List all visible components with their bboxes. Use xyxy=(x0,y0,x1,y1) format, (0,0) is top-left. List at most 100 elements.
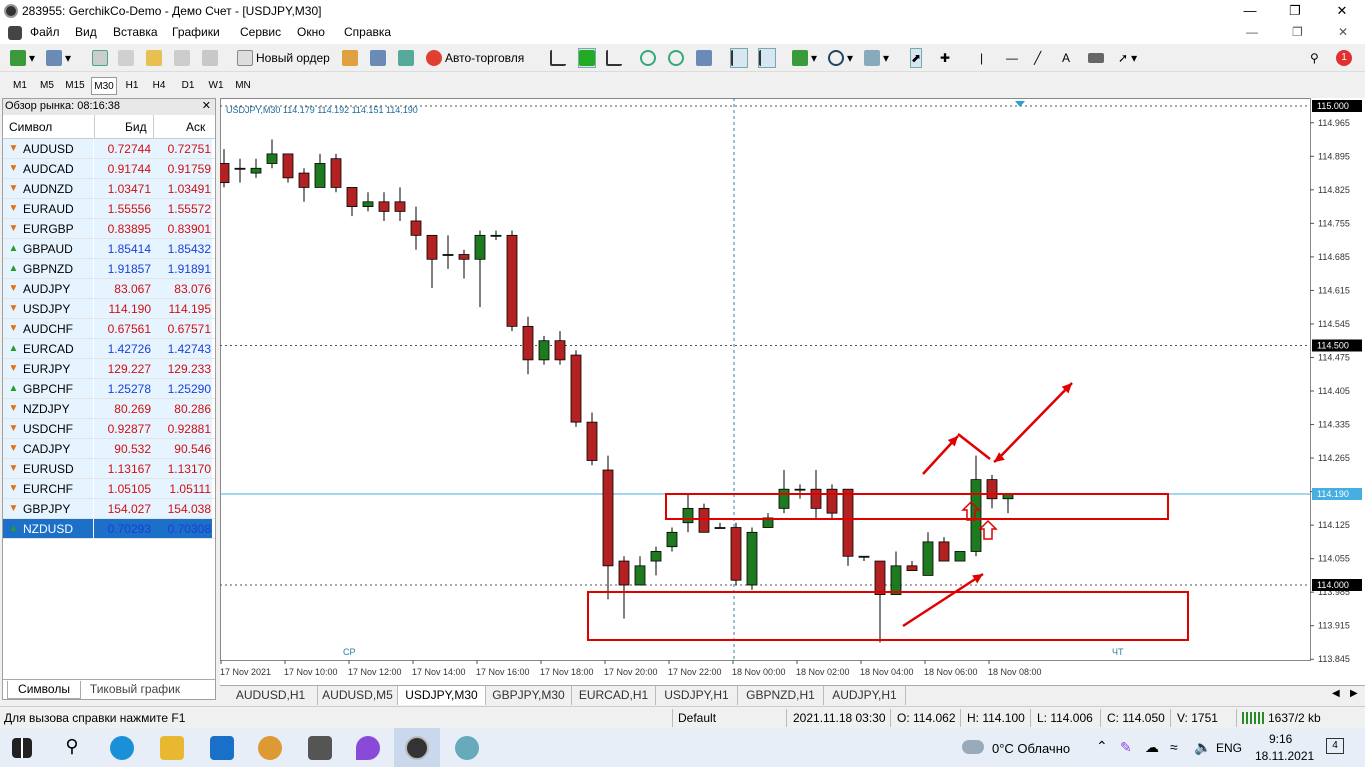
chrome-icon[interactable] xyxy=(258,736,282,760)
timeframe-w1[interactable]: W1 xyxy=(203,77,229,95)
tab-symbols[interactable]: Символы xyxy=(7,681,81,699)
timeframe-m30[interactable]: M30 xyxy=(91,77,117,95)
market-watch-row[interactable]: ▲ NZDUSD 0.70293 0.70308 xyxy=(3,519,215,539)
market-watch-row[interactable]: ▼ AUDJPY 83.067 83.076 xyxy=(3,279,215,299)
market-watch-row[interactable]: ▼ USDJPY 114.190 114.195 xyxy=(3,299,215,319)
profiles-button[interactable]: ▾ xyxy=(46,48,71,68)
timeframe-h4[interactable]: H4 xyxy=(146,77,172,95)
market-watch-row[interactable]: ▼ EURUSD 1.13167 1.13170 xyxy=(3,459,215,479)
market-watch-row[interactable]: ▼ NZDJPY 80.269 80.286 xyxy=(3,399,215,419)
menu-insert[interactable]: Вставка xyxy=(113,25,158,39)
new-chart-button[interactable]: ▾ xyxy=(10,48,35,68)
price-chart[interactable]: 114.965 114.895 114.825 114.755 114.685 114.6… xyxy=(220,98,1365,685)
clock-time[interactable]: 9:16 xyxy=(1269,732,1292,746)
crosshair-tool[interactable]: ✚ xyxy=(940,48,950,68)
close-window-button[interactable]: ✕ xyxy=(1332,3,1352,19)
candle-chart-button[interactable] xyxy=(578,48,596,68)
market-watch-row[interactable]: ▼ USDCHF 0.92877 0.92881 xyxy=(3,419,215,439)
timeframe-m5[interactable]: M5 xyxy=(34,77,60,95)
minimize-button[interactable]: — xyxy=(1240,3,1260,19)
tester-button[interactable] xyxy=(202,48,218,68)
market-watch-row[interactable]: ▼ AUDNZD 1.03471 1.03491 xyxy=(3,179,215,199)
timeframe-h1[interactable]: H1 xyxy=(119,77,145,95)
indicators-button[interactable]: ▾ xyxy=(792,48,817,68)
search-button[interactable]: ⚲ xyxy=(1310,48,1319,68)
timeframe-d1[interactable]: D1 xyxy=(175,77,201,95)
line-chart-button[interactable] xyxy=(606,48,622,68)
chart-tab-active[interactable]: USDJPY,M30 xyxy=(398,686,486,705)
horizontal-line-tool[interactable]: — xyxy=(1006,48,1018,68)
volume-icon[interactable]: 🔈 xyxy=(1194,739,1211,756)
market-watch-row[interactable]: ▼ EURCHF 1.05105 1.05111 xyxy=(3,479,215,499)
start-icon[interactable] xyxy=(12,738,32,758)
market-watch-row[interactable]: ▼ EURAUD 1.55556 1.55572 xyxy=(3,199,215,219)
menu-file[interactable]: Файл xyxy=(30,25,60,39)
chart-tab[interactable]: AUDJPY,H1 xyxy=(824,686,906,705)
language-indicator[interactable]: ENG xyxy=(1216,741,1242,755)
market-watch-row[interactable]: ▼ EURGBP 0.83895 0.83901 xyxy=(3,219,215,239)
timeframe-m1[interactable]: M1 xyxy=(7,77,33,95)
tray-chevron-icon[interactable]: ⌃ xyxy=(1096,738,1108,755)
metatrader-icon[interactable] xyxy=(405,736,429,760)
mdi-close-button[interactable]: ✕ xyxy=(1338,25,1348,39)
market-watch-row[interactable]: ▼ CADJPY 90.532 90.546 xyxy=(3,439,215,459)
market-watch-row[interactable]: ▲ GBPAUD 1.85414 1.85432 xyxy=(3,239,215,259)
cursor-tool[interactable]: ⬈ xyxy=(910,48,923,68)
arrows-tool[interactable]: ➚ ▾ xyxy=(1118,48,1137,68)
column-symbol[interactable]: Символ xyxy=(9,120,52,134)
auto-trading-button[interactable]: Авто-торговля xyxy=(426,48,524,68)
mail-icon[interactable] xyxy=(210,736,234,760)
tab-scroll-right-icon[interactable]: ▶ xyxy=(1350,688,1358,699)
chart-tab[interactable]: USDJPY,H1 xyxy=(656,686,738,705)
label-tool[interactable] xyxy=(1088,48,1104,68)
menu-charts[interactable]: Графики xyxy=(172,25,220,39)
chart-tab[interactable]: AUDUSD,H1 xyxy=(224,686,318,705)
zoom-out-button[interactable] xyxy=(668,48,684,68)
market-watch-row[interactable]: ▼ AUDCAD 0.91744 0.91759 xyxy=(3,159,215,179)
pen-icon[interactable]: ✎ xyxy=(1120,739,1132,756)
chart-tab[interactable]: AUDUSD,M5 xyxy=(318,686,398,705)
market-watch-close-icon[interactable]: ✕ xyxy=(202,99,211,114)
menu-help[interactable]: Справка xyxy=(344,25,391,39)
chart-tab[interactable]: GBPNZD,H1 xyxy=(738,686,824,705)
clock-date[interactable]: 18.11.2021 xyxy=(1255,749,1314,763)
zoom-in-button[interactable] xyxy=(640,48,656,68)
notifications-button[interactable]: 1 xyxy=(1336,48,1352,68)
data-window-button[interactable] xyxy=(118,48,134,68)
market-watch-button[interactable] xyxy=(92,48,108,68)
market-watch-row[interactable]: ▲ GBPNZD 1.91857 1.91891 xyxy=(3,259,215,279)
notification-center-icon[interactable]: 4 xyxy=(1326,738,1344,754)
paint-icon[interactable] xyxy=(455,736,479,760)
tab-tick-chart[interactable]: Тиковый график xyxy=(83,681,187,699)
market-button[interactable] xyxy=(398,48,414,68)
market-watch-row[interactable]: ▼ AUDUSD 0.72744 0.72751 xyxy=(3,139,215,159)
wifi-icon[interactable]: ≈ xyxy=(1170,739,1178,755)
chart-shift-button[interactable] xyxy=(758,48,776,68)
maximize-button[interactable]: ❐ xyxy=(1285,3,1305,19)
market-watch-row[interactable]: ▼ GBPJPY 154.027 154.038 xyxy=(3,499,215,519)
meta-editor-button[interactable] xyxy=(342,48,358,68)
market-watch-row[interactable]: ▲ GBPCHF 1.25278 1.25290 xyxy=(3,379,215,399)
drop-icon[interactable] xyxy=(356,736,380,760)
market-watch-row[interactable]: ▲ EURCAD 1.42726 1.42743 xyxy=(3,339,215,359)
explorer-icon[interactable] xyxy=(160,736,184,760)
signals-button[interactable] xyxy=(370,48,386,68)
menu-tools[interactable]: Сервис xyxy=(240,25,281,39)
bar-chart-button[interactable] xyxy=(550,48,566,68)
templates-button[interactable]: ▾ xyxy=(864,48,889,68)
periods-button[interactable]: ▾ xyxy=(828,48,853,68)
timeframe-mn[interactable]: MN xyxy=(230,77,256,95)
market-watch-row[interactable]: ▼ EURJPY 129.227 129.233 xyxy=(3,359,215,379)
tile-windows-button[interactable] xyxy=(696,48,712,68)
chart-tab[interactable]: GBPJPY,M30 xyxy=(486,686,572,705)
mdi-minimize-button[interactable]: — xyxy=(1246,25,1258,39)
vertical-line-tool[interactable]: | xyxy=(980,48,983,68)
column-ask[interactable]: Аск xyxy=(186,120,205,134)
column-bid[interactable]: Бид xyxy=(125,120,147,134)
chart-canvas[interactable]: 114.965 114.895 114.825 114.755 114.685 114.6… xyxy=(220,98,1365,685)
cloud-icon[interactable]: ☁ xyxy=(1145,739,1159,756)
terminal-button[interactable] xyxy=(174,48,190,68)
calculator-icon[interactable] xyxy=(308,736,332,760)
navigator-button[interactable] xyxy=(146,48,162,68)
chart-tab[interactable]: EURCAD,H1 xyxy=(572,686,656,705)
